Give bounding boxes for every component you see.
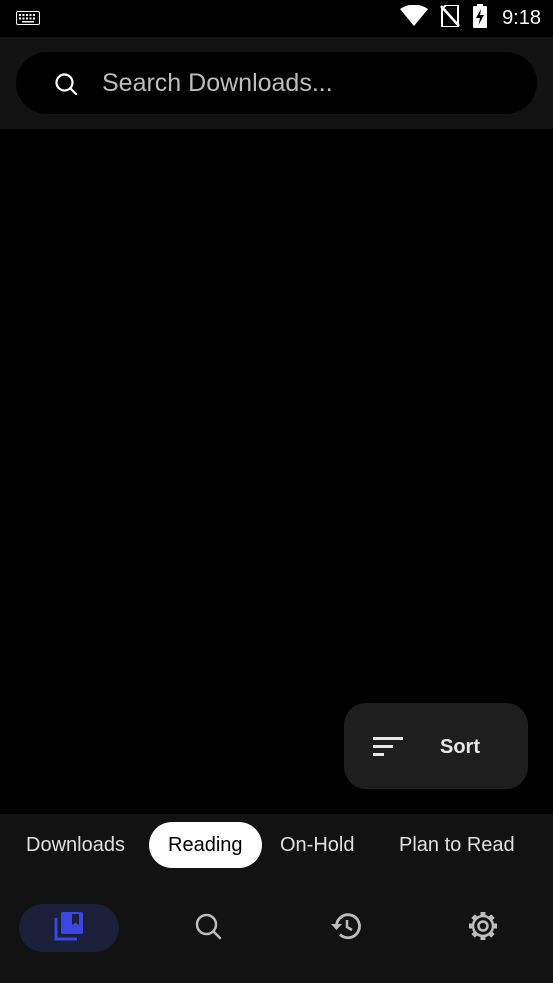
tab-downloads[interactable]: Downloads	[26, 822, 125, 868]
sort-button[interactable]: Sort	[344, 703, 528, 789]
no-sim-icon	[440, 4, 460, 32]
library-icon	[53, 910, 85, 947]
search-icon	[194, 912, 222, 945]
tab-plan-to-read[interactable]: Plan to Read	[399, 822, 515, 868]
category-tabs: Downloads Reading On-Hold Plan to Read	[0, 814, 553, 876]
bottom-navigation	[0, 876, 553, 983]
nav-browse[interactable]	[158, 904, 258, 952]
search-header	[0, 37, 553, 129]
settings-icon	[467, 910, 499, 947]
battery-charging-icon	[472, 4, 488, 33]
nav-settings[interactable]	[433, 904, 533, 952]
sort-button-label: Sort	[440, 736, 480, 758]
search-input[interactable]	[102, 52, 522, 114]
tab-on-hold[interactable]: On-Hold	[280, 822, 354, 868]
wifi-icon	[400, 4, 429, 32]
tab-reading[interactable]: Reading	[149, 822, 262, 868]
keyboard-icon	[16, 11, 40, 30]
nav-history[interactable]	[295, 904, 395, 952]
status-time: 9:18	[502, 7, 541, 29]
nav-library[interactable]	[19, 904, 119, 952]
sort-icon	[373, 737, 403, 762]
search-bar[interactable]	[16, 52, 537, 114]
search-icon	[54, 72, 78, 101]
history-icon	[329, 911, 361, 946]
status-bar: 9:18	[0, 0, 553, 37]
